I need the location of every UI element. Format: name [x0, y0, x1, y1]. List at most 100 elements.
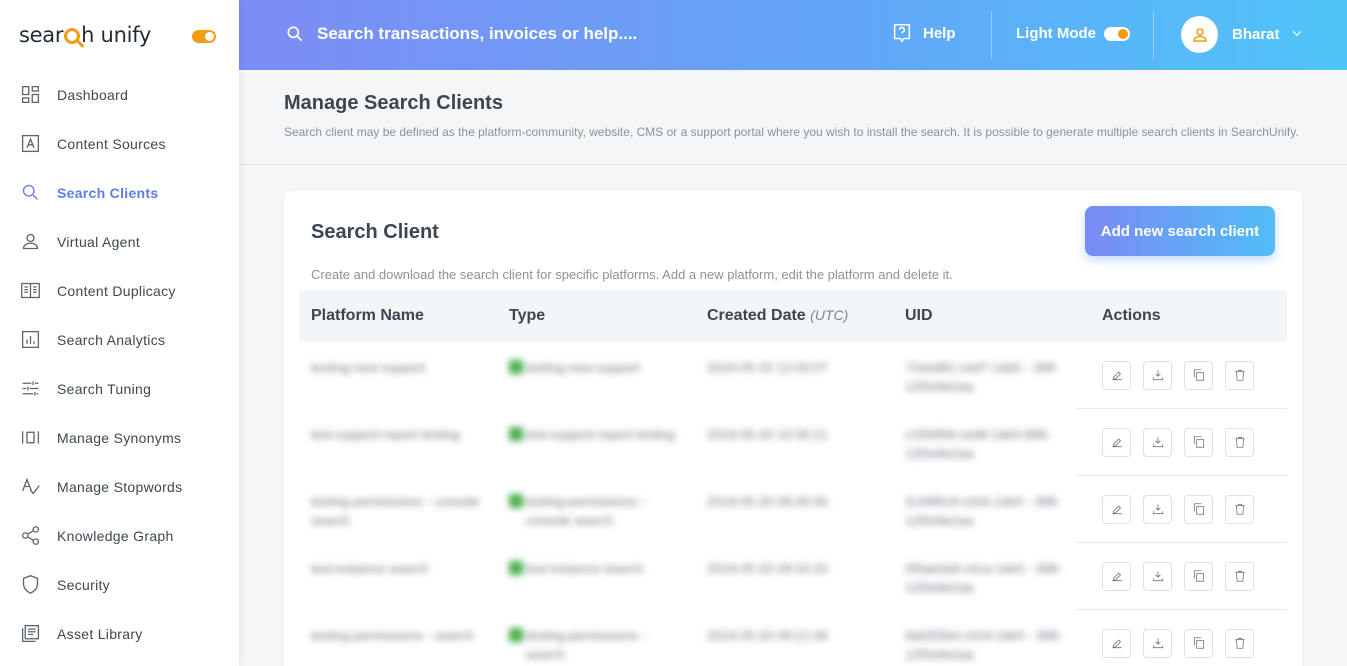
sidebar-item-dashboard[interactable]: Dashboard: [0, 70, 239, 119]
library-icon: [19, 623, 41, 645]
platform-type-icon: [509, 628, 523, 642]
theme-toggle[interactable]: [192, 30, 216, 43]
top-header: Help Light Mode Bharat: [239, 0, 1347, 70]
sidebar-item-content-duplicacy[interactable]: Content Duplicacy: [0, 266, 239, 315]
sidebar-item-manage-synonyms[interactable]: Manage Synonyms: [0, 413, 239, 462]
header-divider: [991, 11, 992, 59]
cell-type-label: test-support-report testing: [526, 427, 675, 442]
cell-uid: 2c49f0c9-c0cb-1de5 - 398-12f2e9e2aa: [905, 494, 1061, 528]
user-icon: [1192, 27, 1207, 42]
copy-button[interactable]: [1184, 561, 1213, 591]
sidebar-item-label: Virtual Agent: [57, 233, 141, 250]
card-description: Create and download the search client fo…: [311, 267, 953, 282]
edit-button[interactable]: [1102, 628, 1131, 658]
analytics-icon: [19, 329, 41, 351]
table-row: testing-permissions - console search test…: [299, 476, 1287, 543]
header-actions: Actions: [1102, 307, 1161, 324]
delete-button[interactable]: [1225, 360, 1254, 390]
cell-type: test-instance-search: [509, 559, 679, 578]
tuning-icon: [19, 378, 41, 400]
table-row: test-support-report testing test-support-…: [299, 409, 1287, 476]
copy-icon: [1192, 435, 1206, 449]
user-name: Bharat: [1232, 26, 1280, 43]
header-created-unit: (UTC): [810, 307, 849, 323]
sidebar-item-knowledge-graph[interactable]: Knowledge Graph: [0, 511, 239, 560]
table-header: Platform Name Type Created Date (UTC) UI…: [299, 290, 1287, 342]
header-platform-name[interactable]: Platform Name: [311, 307, 424, 325]
edit-button[interactable]: [1102, 427, 1131, 457]
copy-button[interactable]: [1184, 628, 1213, 658]
trash-icon: [1233, 569, 1247, 583]
sidebar-nav: Dashboard Content Sources Search Clients…: [0, 70, 239, 658]
light-mode-toggle[interactable]: [1103, 26, 1130, 41]
search-icon: [19, 182, 41, 204]
page-description: Search client may be defined as the plat…: [284, 125, 1299, 139]
header-divider: [1153, 11, 1154, 59]
download-button[interactable]: [1143, 360, 1172, 390]
sidebar-item-content-sources[interactable]: Content Sources: [0, 119, 239, 168]
sidebar-item-security[interactable]: Security: [0, 560, 239, 609]
sidebar-item-search-tuning[interactable]: Search Tuning: [0, 364, 239, 413]
help-icon: [893, 24, 911, 43]
cell-created-date: 2019-05-20 09:33:20: [707, 561, 828, 576]
cell-created-date: 2019-05-20 09:21:08: [707, 628, 828, 643]
global-search-input[interactable]: [317, 19, 837, 49]
edit-icon: [1110, 502, 1124, 516]
delete-button[interactable]: [1225, 628, 1254, 658]
user-menu[interactable]: Bharat: [1181, 16, 1304, 53]
brand-logo[interactable]: sear h unify: [0, 0, 239, 70]
row-actions: [1076, 409, 1287, 476]
header-created-date[interactable]: Created Date (UTC): [707, 307, 848, 325]
copy-icon: [1192, 636, 1206, 650]
download-icon: [1151, 368, 1165, 382]
edit-icon: [1110, 435, 1124, 449]
download-icon: [1151, 435, 1165, 449]
content-sources-icon: [19, 133, 41, 155]
sidebar-item-label: Content Sources: [57, 135, 166, 152]
add-search-client-button[interactable]: Add new search client: [1085, 206, 1275, 256]
help-label: Help: [923, 24, 956, 42]
platform-type-icon: [509, 427, 523, 441]
sidebar-item-asset-library[interactable]: Asset Library: [0, 609, 239, 658]
copy-button[interactable]: [1184, 494, 1213, 524]
help-link[interactable]: Help: [891, 22, 956, 44]
header-uid[interactable]: UID: [905, 307, 933, 325]
platform-type-icon: [509, 494, 523, 508]
sidebar-item-manage-stopwords[interactable]: Manage Stopwords: [0, 462, 239, 511]
edit-button[interactable]: [1102, 561, 1131, 591]
sidebar-item-search-analytics[interactable]: Search Analytics: [0, 315, 239, 364]
trash-icon: [1233, 636, 1247, 650]
cell-type: test-support-report testing: [509, 425, 679, 444]
cell-uid: c1f50f58-ced9-1de5-896-12f2e9e2aa: [905, 427, 1051, 461]
sidebar-item-label: Search Clients: [57, 184, 159, 201]
row-actions: [1076, 610, 1287, 666]
dashboard-icon: [19, 84, 41, 106]
copy-button[interactable]: [1184, 360, 1213, 390]
header-type[interactable]: Type: [509, 307, 545, 325]
edit-icon: [1110, 368, 1124, 382]
copy-icon: [1192, 502, 1206, 516]
delete-button[interactable]: [1225, 427, 1254, 457]
cell-uid: 9a62f2b4-c0c9-1de5 - 398-12f2e9e2aa: [905, 628, 1062, 662]
download-button[interactable]: [1143, 628, 1172, 658]
cell-platform-name: test-support-report testing: [311, 427, 460, 442]
duplicacy-icon: [19, 280, 41, 302]
sidebar-item-search-clients[interactable]: Search Clients: [0, 168, 239, 217]
cell-type: testing-permissions - console search: [509, 492, 679, 530]
brand-name: sear h unify: [19, 23, 151, 47]
cell-type-label: test-instance-search: [526, 561, 644, 576]
delete-button[interactable]: [1225, 561, 1254, 591]
download-button[interactable]: [1143, 494, 1172, 524]
cell-platform-name: test-instance-search: [311, 561, 429, 576]
download-button[interactable]: [1143, 427, 1172, 457]
cell-type: testing-new-support: [509, 358, 679, 377]
edit-button[interactable]: [1102, 360, 1131, 390]
copy-button[interactable]: [1184, 427, 1213, 457]
table-row: test-instance-search test-instance-search…: [299, 543, 1287, 610]
edit-button[interactable]: [1102, 494, 1131, 524]
delete-button[interactable]: [1225, 494, 1254, 524]
light-mode-switch[interactable]: Light Mode: [1016, 25, 1130, 42]
sidebar-item-virtual-agent[interactable]: Virtual Agent: [0, 217, 239, 266]
page-title: Manage Search Clients: [284, 92, 503, 114]
download-button[interactable]: [1143, 561, 1172, 591]
